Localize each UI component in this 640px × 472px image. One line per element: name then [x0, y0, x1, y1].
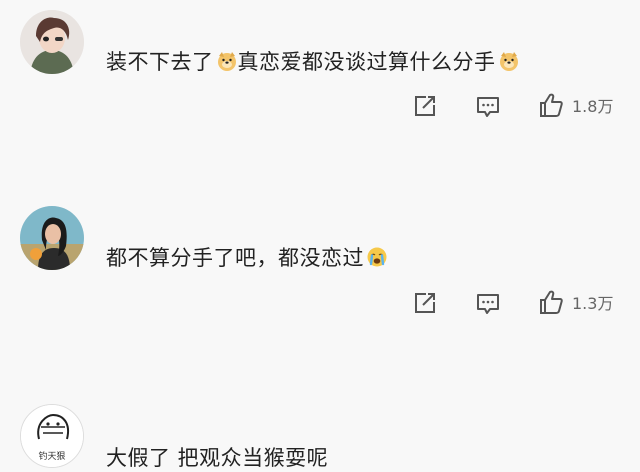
like-button[interactable]: 1.8万 [538, 92, 613, 118]
anime-male-avatar-icon [20, 10, 84, 74]
doge-emoji-icon [498, 50, 520, 72]
like-count: 1.8万 [572, 97, 614, 116]
comment-feed: 装不下去了 真恋爱都没谈过算什么分手 1.8万 都不算分手了吧，都没恋过 1.3… [0, 0, 640, 470]
comment-text-part: 都不算分手了吧，都没恋过 [106, 246, 364, 270]
comment-text: 大假了 把观众当猴耍呢 [106, 446, 329, 470]
like-count: 1.3万 [572, 294, 614, 313]
crying-face-emoji-icon [366, 246, 388, 268]
doge-emoji-icon [216, 50, 238, 72]
comment-item: 钓天狠 大假了 把观众当猴耍呢 [0, 390, 640, 470]
thumbs-up-icon [540, 290, 563, 314]
comment-text-part: 真恋爱都没谈过算什么分手 [237, 50, 496, 74]
woman-photo-avatar-icon [20, 206, 84, 270]
comment-item: 都不算分手了吧，都没恋过 1.3万 [0, 190, 640, 390]
reply-button[interactable] [476, 96, 500, 118]
comment-text: 装不下去了 真恋爱都没谈过算什么分手 [106, 46, 520, 76]
avatar[interactable] [20, 10, 84, 74]
comment-item: 装不下去了 真恋爱都没谈过算什么分手 1.8万 [0, 0, 640, 190]
thumbs-up-icon [540, 93, 563, 117]
comment-text: 都不算分手了吧，都没恋过 [106, 242, 388, 272]
reply-button[interactable] [476, 293, 500, 315]
comment-icon [477, 294, 499, 314]
share-button[interactable] [413, 292, 437, 314]
avatar[interactable]: 钓天狠 [20, 404, 84, 468]
share-icon [415, 293, 435, 313]
share-icon [415, 96, 435, 116]
like-button[interactable]: 1.3万 [538, 289, 613, 315]
comment-text-part: 装不下去了 [106, 50, 214, 74]
share-button[interactable] [413, 95, 437, 117]
avatar[interactable] [20, 206, 84, 270]
avatar-label: 钓天狠 [38, 452, 66, 462]
comment-icon [477, 97, 499, 117]
